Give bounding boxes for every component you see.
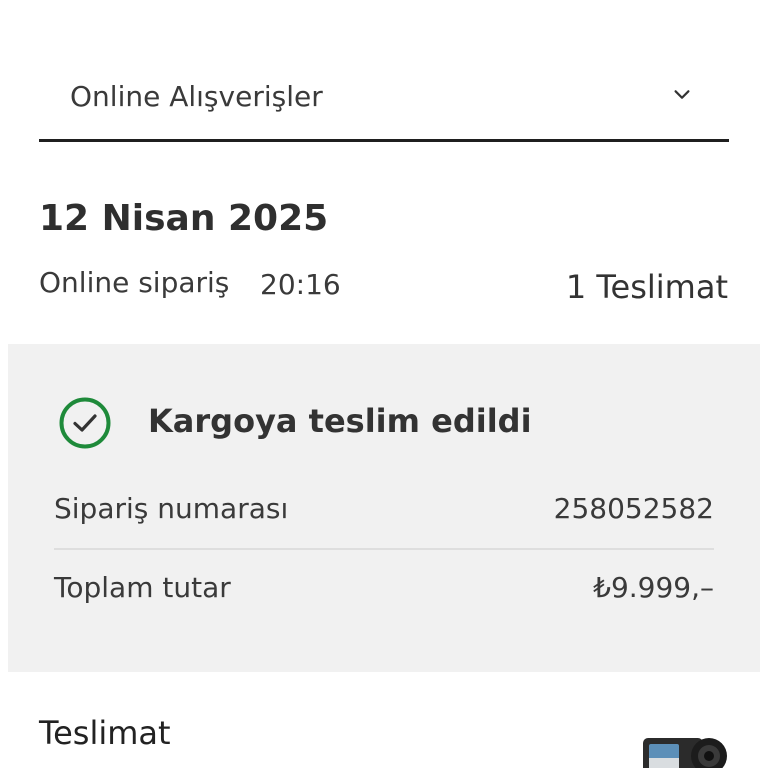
order-date: 12 Nisan 2025: [39, 198, 329, 239]
action-camera-image[interactable]: [641, 736, 733, 768]
order-status: Kargoya teslim edildi: [148, 402, 532, 440]
check-circle-icon: [59, 397, 111, 449]
dropdown-selected-value: Online Alışverişler: [70, 80, 323, 113]
purchase-type-dropdown[interactable]: Online Alışverişler: [39, 58, 729, 142]
order-detail-page: Online Alışverişler 12 Nisan 2025 Online…: [0, 0, 768, 768]
order-number-value: 258052582: [553, 492, 714, 525]
order-status-card[interactable]: Kargoya teslim edildi Sipariş numarası 2…: [8, 344, 760, 672]
order-type: Online sipariş: [39, 266, 230, 299]
delivery-heading: Teslimat: [39, 714, 171, 752]
chevron-down-icon: [674, 90, 690, 99]
order-number-label: Sipariş numarası: [54, 492, 289, 525]
delivery-count: 1 Teslimat: [565, 268, 728, 306]
total-amount-value: ₺9.999,–: [593, 571, 714, 604]
total-amount-label: Toplam tutar: [54, 571, 231, 604]
row-divider: [54, 548, 714, 550]
order-time: 20:16: [260, 268, 341, 301]
